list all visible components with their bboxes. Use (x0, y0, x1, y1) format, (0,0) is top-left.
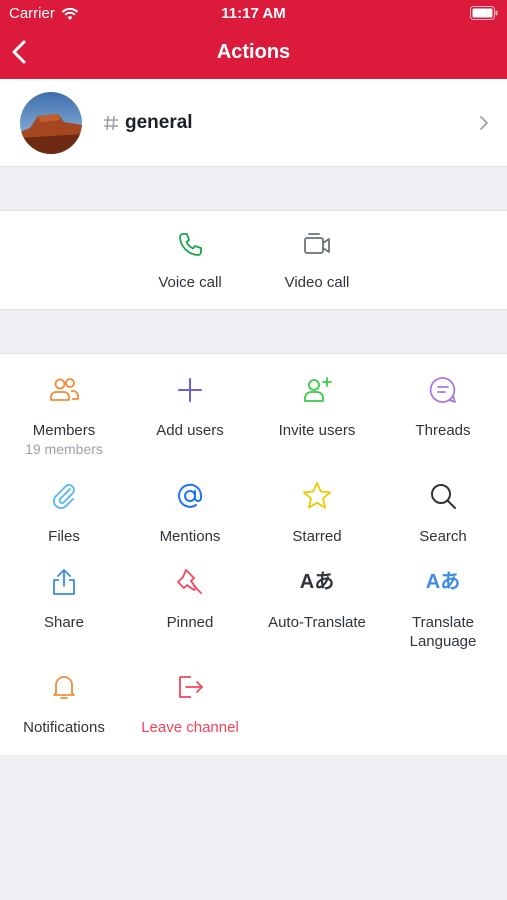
files-label: Files (48, 528, 80, 545)
status-bar: Carrier 11:17 AM (0, 0, 507, 28)
add-users-label: Add users (156, 422, 224, 439)
notifications-action[interactable]: Notifications (1, 671, 127, 737)
voice-call-label: Voice call (158, 274, 222, 291)
channel-info-row[interactable]: general (0, 79, 507, 167)
at-sign-icon (178, 483, 203, 508)
translate-language-label: Translate (412, 614, 474, 631)
translate-language-action[interactable]: Aあ Translate Language (380, 566, 506, 651)
translate-language-label-line2: Language (409, 633, 477, 650)
calls-section: Voice call Video call (0, 210, 507, 310)
auto-translate-action[interactable]: Aあ Auto-Translate (254, 566, 380, 632)
search-action[interactable]: Search (380, 480, 506, 546)
pinned-action[interactable]: Pinned (127, 566, 253, 632)
members-icon (50, 378, 79, 401)
search-icon (431, 484, 456, 509)
voice-call-button[interactable]: Voice call (127, 229, 253, 292)
add-users-action[interactable]: Add users (127, 374, 253, 440)
pinned-label: Pinned (166, 614, 214, 631)
search-label: Search (419, 528, 467, 545)
translate-icon: Aあ (299, 571, 335, 593)
threads-icon (429, 377, 456, 403)
video-call-label: Video call (284, 274, 350, 291)
members-label: Members (32, 422, 96, 439)
members-count: 19 members (25, 441, 103, 457)
invite-users-action[interactable]: Invite users (254, 374, 380, 440)
battery-icon (470, 6, 498, 20)
pin-icon (177, 569, 202, 594)
share-icon (53, 569, 75, 595)
invite-users-label: Invite users (278, 422, 356, 439)
share-label: Share (43, 614, 85, 631)
clock: 11:17 AM (221, 5, 286, 22)
hashtag-icon (104, 115, 118, 131)
header-bar: Carrier 11:17 AM Actions (0, 0, 507, 79)
plus-icon (178, 378, 202, 402)
starred-action[interactable]: Starred (254, 480, 380, 546)
page-title: Actions (216, 41, 291, 63)
leave-icon (179, 676, 203, 698)
threads-label: Threads (415, 422, 471, 439)
actions-grid: Members 19 members Add users Invite user… (0, 353, 507, 755)
channel-name: general (125, 112, 193, 133)
leave-channel-label: Leave channel (141, 719, 239, 736)
mentions-label: Mentions (159, 528, 221, 545)
starred-label: Starred (292, 528, 342, 545)
mentions-action[interactable]: Mentions (127, 480, 253, 546)
chevron-right-icon (480, 116, 489, 130)
channel-avatar (20, 92, 82, 154)
star-icon (303, 482, 331, 509)
auto-translate-label: Auto-Translate (268, 614, 366, 631)
leave-channel-action[interactable]: Leave channel (127, 671, 253, 737)
video-call-button[interactable]: Video call (254, 229, 380, 292)
bell-icon (53, 676, 75, 699)
add-user-icon (304, 377, 332, 402)
notifications-label: Notifications (23, 719, 105, 736)
paperclip-icon (53, 484, 75, 509)
phone-icon (179, 233, 202, 256)
members-action[interactable]: Members 19 members (1, 374, 127, 458)
translate-icon: Aあ (425, 571, 461, 593)
files-action[interactable]: Files (1, 480, 127, 546)
threads-action[interactable]: Threads (380, 374, 506, 440)
video-camera-icon (304, 233, 330, 254)
share-action[interactable]: Share (1, 566, 127, 632)
